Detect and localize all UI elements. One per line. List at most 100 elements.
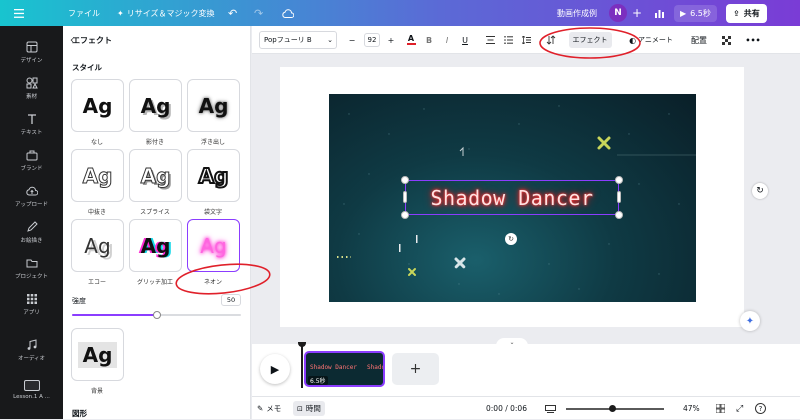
magic-assistant-icon[interactable]: ✦ [740,311,760,331]
more-options-icon[interactable]: ••• [745,26,760,54]
effect-splice-label: スプライス [140,209,170,216]
clip-thumb-text: Shadow Dancer [310,364,357,371]
strength-label: 強度 [72,297,86,305]
strength-value-field[interactable]: 50 [221,294,241,306]
list-icon[interactable] [502,26,514,54]
effect-none-tile[interactable]: Ag [71,79,124,132]
effect-outline-tile[interactable]: Ag [187,149,240,202]
transparency-icon[interactable] [720,26,732,54]
notes-icon: ✎ [257,404,264,413]
rail-label: アプリ [23,309,40,316]
context-toolbar: Popフューリ B ⌄ − 92 + A B I U エフェクト ◐ アニメート… [252,26,800,54]
italic-icon[interactable]: I [441,26,453,54]
document-title[interactable]: 動画作成例 [557,0,597,26]
rail-item-lesson[interactable]: Lesson.1 A ... [0,372,63,408]
timer-icon: ⊡ [297,404,303,413]
avatar-initial: N [609,4,627,22]
strength-slider-track[interactable] [72,311,241,319]
tick-accent [399,244,401,252]
rotate-handle[interactable]: ↻ [505,233,517,245]
add-clip-button[interactable]: + [392,353,439,385]
rail-item-text[interactable]: テキスト [0,106,63,142]
share-button[interactable]: ⇪ 共有 [726,0,767,26]
resize-handle-right[interactable] [617,191,621,203]
position-button[interactable]: 配置 [689,26,709,54]
rail-label: デザイン [20,57,43,64]
music-icon [27,338,36,350]
notes-button[interactable]: ✎ メモ [257,397,281,420]
rail-item-draw[interactable]: お絵描き [0,214,63,250]
playhead[interactable] [301,344,303,388]
strength-slider-handle[interactable] [152,311,161,319]
fullscreen-icon[interactable]: ⤢ [736,397,743,420]
underline-icon[interactable]: U [459,26,471,54]
design-canvas[interactable]: ↻ Shadow Dancer [329,94,696,302]
effect-glitch-tile[interactable]: Ag [129,219,182,272]
effect-background-label: 背景 [90,388,103,395]
timeline-play-button[interactable]: ▶ [260,354,290,384]
effect-background-tile[interactable]: Ag [71,328,124,381]
effect-splice-tile[interactable]: Ag [129,149,182,202]
play-icon: ▶ [680,8,687,18]
line-spacing-icon[interactable] [520,26,532,54]
effect-hollow-label: 中抜き [87,209,106,216]
rail-item-audio[interactable]: オーディオ [0,332,63,368]
font-size-decrease[interactable]: − [345,26,359,54]
effects-button[interactable]: エフェクト [568,26,612,54]
page-view-icon[interactable] [545,397,556,420]
redo-icon[interactable]: ↷ [254,0,263,26]
brand-icon [26,150,37,160]
rail-label: ブランド [20,165,43,172]
cloud-save-icon[interactable] [282,0,294,26]
text-color-button[interactable]: A [405,26,417,54]
resize-button[interactable]: ✦ リサイズ＆マジック変換 [117,0,214,26]
vertical-text-icon[interactable] [545,26,557,54]
zoom-slider-handle[interactable] [608,405,616,412]
font-family-select[interactable]: Popフューリ B ⌄ [255,26,341,54]
grid-view-icon[interactable] [716,397,725,420]
text-icon [27,113,36,124]
effect-shadow-tile[interactable]: Ag [129,79,182,132]
rail-label: アップロード [14,201,48,208]
zoom-level[interactable]: 47% [683,397,700,420]
refresh-icon[interactable]: ↻ [752,183,768,199]
bold-icon[interactable]: B [423,26,435,54]
effect-neon-tile[interactable]: Ag [187,219,240,272]
effect-lift-tile[interactable]: Ag [187,79,240,132]
font-size-input[interactable]: 92 [360,26,384,54]
play-duration-button[interactable]: ▶ 6.5秒 [674,0,722,26]
rail-item-upload[interactable]: アップロード [0,178,63,214]
headline-text[interactable]: Shadow Dancer [407,182,617,213]
effect-echo-tile[interactable]: Ag [71,219,124,272]
insights-icon[interactable] [654,0,665,26]
effect-hollow-tile[interactable]: Ag [71,149,124,202]
playhead-knob[interactable] [298,342,306,347]
add-collaborator-icon[interactable]: + [632,0,642,26]
rail-label: Lesson.1 A ... [13,394,50,400]
rail-item-design[interactable]: デザイン [0,34,63,70]
file-menu[interactable]: ファイル [68,0,100,26]
section-style-heading: スタイル [72,63,102,72]
rail-item-projects[interactable]: プロジェクト [0,250,63,286]
undo-icon[interactable]: ↶ [228,0,237,26]
timer-button[interactable]: ⊡ 時間 [293,397,325,420]
rail-label: 素材 [25,93,37,100]
font-size-increase[interactable]: + [384,26,398,54]
animate-button[interactable]: ◐ アニメート [623,26,679,54]
zoom-slider-track[interactable] [566,405,664,412]
align-center-icon[interactable] [484,26,496,54]
rail-item-brand[interactable]: ブランド [0,142,63,178]
effect-shadow-label: 影付き [145,139,164,146]
menu-icon[interactable] [14,0,26,26]
timeline-clip[interactable]: Shadow Dancer Shadow Dancer 6.5秒 [304,351,385,387]
apps-icon [26,293,37,304]
rail-label: プロジェクト [14,273,48,280]
clip-duration: 6.5秒 [308,376,328,385]
help-icon[interactable]: ? [755,397,766,420]
rail-item-apps[interactable]: アプリ [0,286,63,322]
elements-icon [26,77,38,88]
rail-item-elements[interactable]: 素材 [0,70,63,106]
effect-background-sample: Ag [77,341,118,368]
avatar[interactable]: N [609,0,627,26]
effect-none-label: なし [90,139,103,146]
